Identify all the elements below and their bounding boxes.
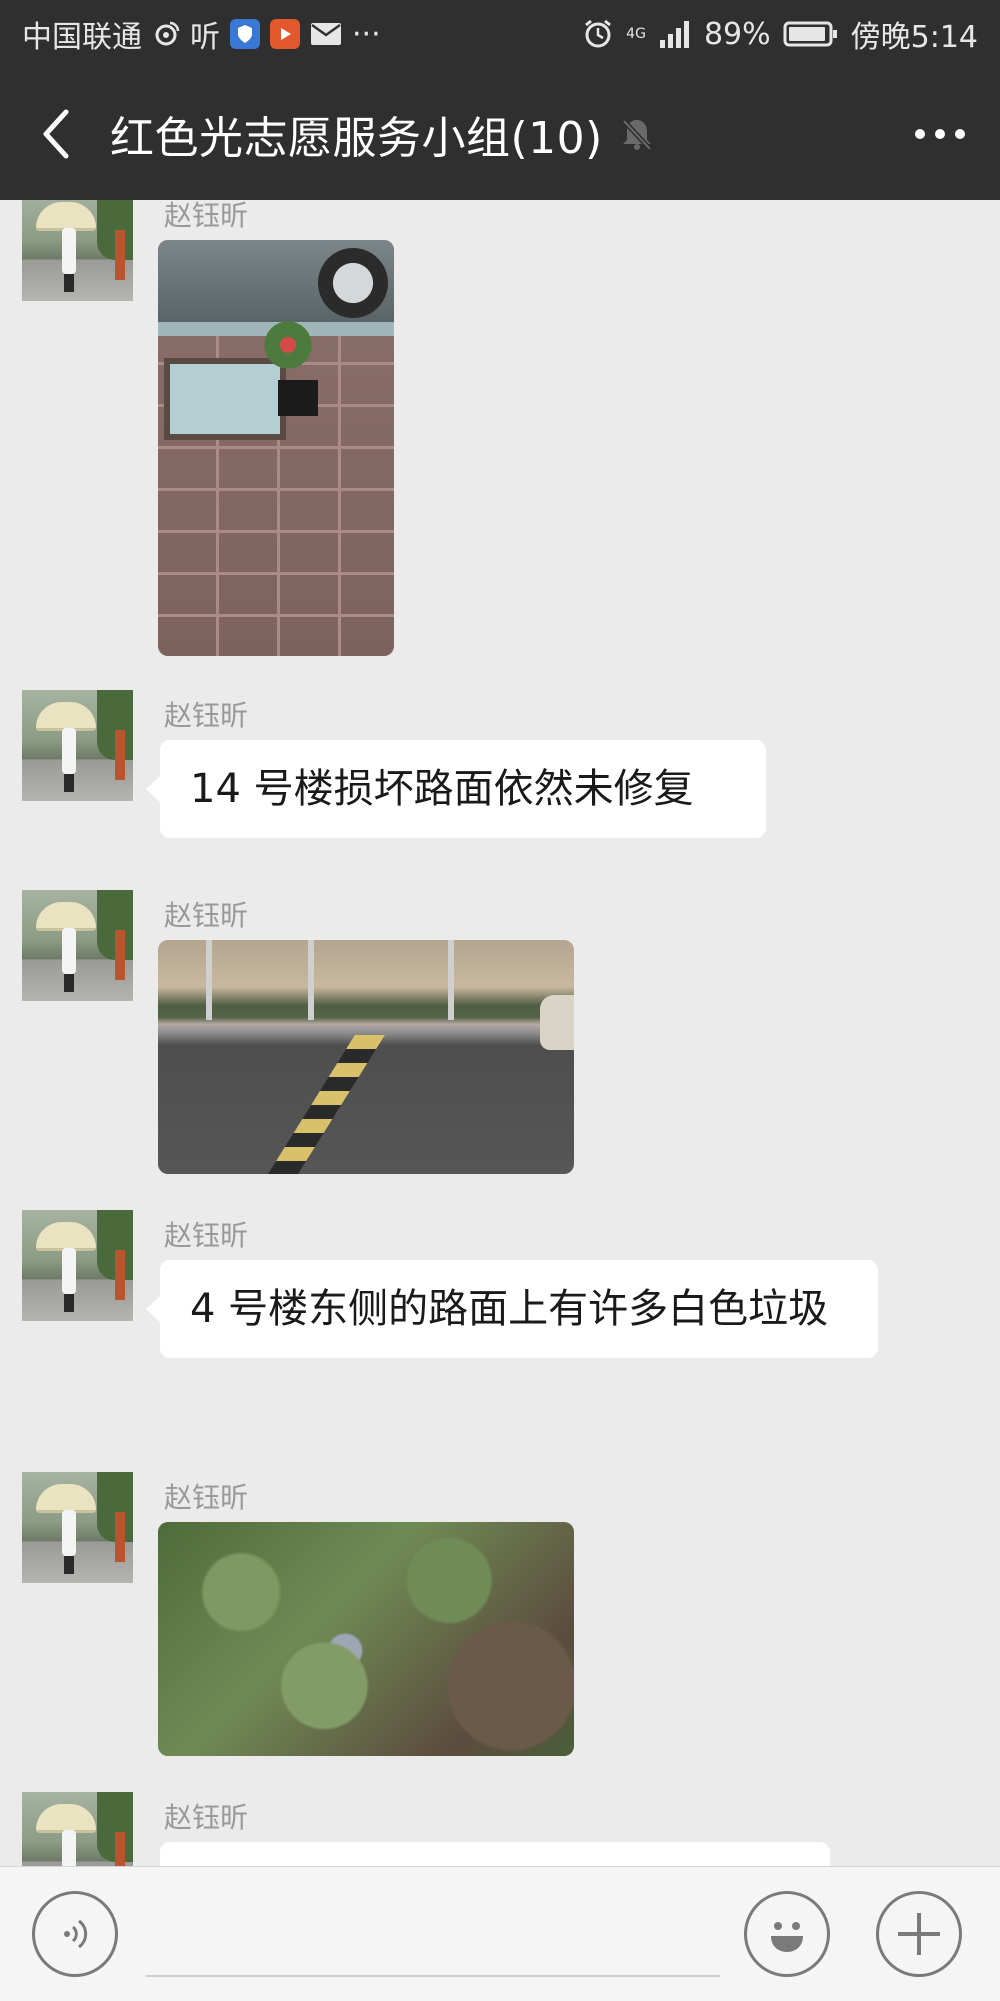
avatar[interactable] [22, 1472, 133, 1583]
clock: 傍晚5:14 [850, 20, 978, 55]
back-button[interactable] [0, 68, 110, 200]
input-bar [0, 1866, 1000, 2001]
sender-name: 赵钰昕 [164, 699, 249, 732]
sender-name: 赵钰昕 [164, 1801, 249, 1834]
message-item: 赵钰昕 [0, 1792, 1000, 1866]
mute-indicator [619, 116, 655, 152]
shield-app-icon [230, 19, 260, 49]
chat-header: 红色光志愿服务小组(10) [0, 68, 1000, 200]
more-dots-icon [915, 129, 965, 139]
network-type: 4G [626, 26, 646, 42]
message-item: 赵钰昕 [0, 1472, 1000, 1772]
more-functions-button[interactable] [876, 1891, 962, 1977]
more-button[interactable] [880, 68, 1000, 200]
image-message-street[interactable] [158, 940, 574, 1174]
avatar[interactable] [22, 200, 133, 301]
mail-icon [310, 22, 342, 46]
sender-name: 赵钰昕 [164, 1219, 249, 1252]
status-bar: 中国联通 听 ··· 4G 89% 傍晚5:14 [0, 0, 1000, 68]
image-message-bushes[interactable] [158, 1522, 574, 1756]
battery-percent: 89% [703, 16, 771, 52]
status-left: 中国联通 听 ··· [22, 12, 381, 56]
sender-name: 赵钰昕 [164, 899, 249, 932]
carrier-label: 中国联通 [22, 20, 142, 55]
listen-app-label: 听 [190, 20, 220, 55]
avatar[interactable] [22, 1792, 133, 1866]
text-bubble[interactable]: 4 号楼东侧的路面上有许多白色垃圾 [146, 1260, 878, 1358]
avatar[interactable] [22, 1210, 133, 1321]
text-bubble[interactable]: 14 号楼损坏路面依然未修复 [146, 740, 766, 838]
video-app-icon [270, 19, 300, 49]
plus-icon [898, 1913, 940, 1955]
status-right: 4G 89% 傍晚5:14 [582, 12, 978, 56]
chat-title: 红色光志愿服务小组(10) [110, 113, 603, 164]
message-input[interactable] [146, 1975, 720, 1977]
message-item: 赵钰昕 4 号楼东侧的路面上有许多白色垃圾 [0, 1210, 1000, 1470]
alarm-icon [582, 18, 614, 50]
message-item: 赵钰昕 [0, 890, 1000, 1190]
message-list[interactable]: 赵钰昕 赵钰昕 14 号楼损坏路面依然未修复 赵钰昕 赵钰昕 4 号楼东侧的路面… [0, 200, 1000, 1866]
sender-name: 赵钰昕 [164, 200, 249, 232]
notification-overflow: ··· [352, 16, 381, 52]
weibo-icon [152, 20, 180, 48]
sender-name: 赵钰昕 [164, 1481, 249, 1514]
chevron-left-icon [43, 109, 69, 159]
voice-icon [64, 1919, 88, 1949]
message-item: 赵钰昕 14 号楼损坏路面依然未修复 [0, 690, 1000, 890]
emoji-button[interactable] [744, 1891, 830, 1977]
emoji-icon [771, 1922, 803, 1952]
battery-icon [783, 20, 839, 48]
image-message-damaged-manhole[interactable] [158, 240, 394, 656]
avatar[interactable] [22, 690, 133, 801]
bell-off-icon [621, 119, 652, 151]
signal-icon [658, 20, 692, 48]
avatar[interactable] [22, 890, 133, 1001]
text-bubble[interactable] [160, 1842, 830, 1866]
voice-button[interactable] [32, 1891, 118, 1977]
